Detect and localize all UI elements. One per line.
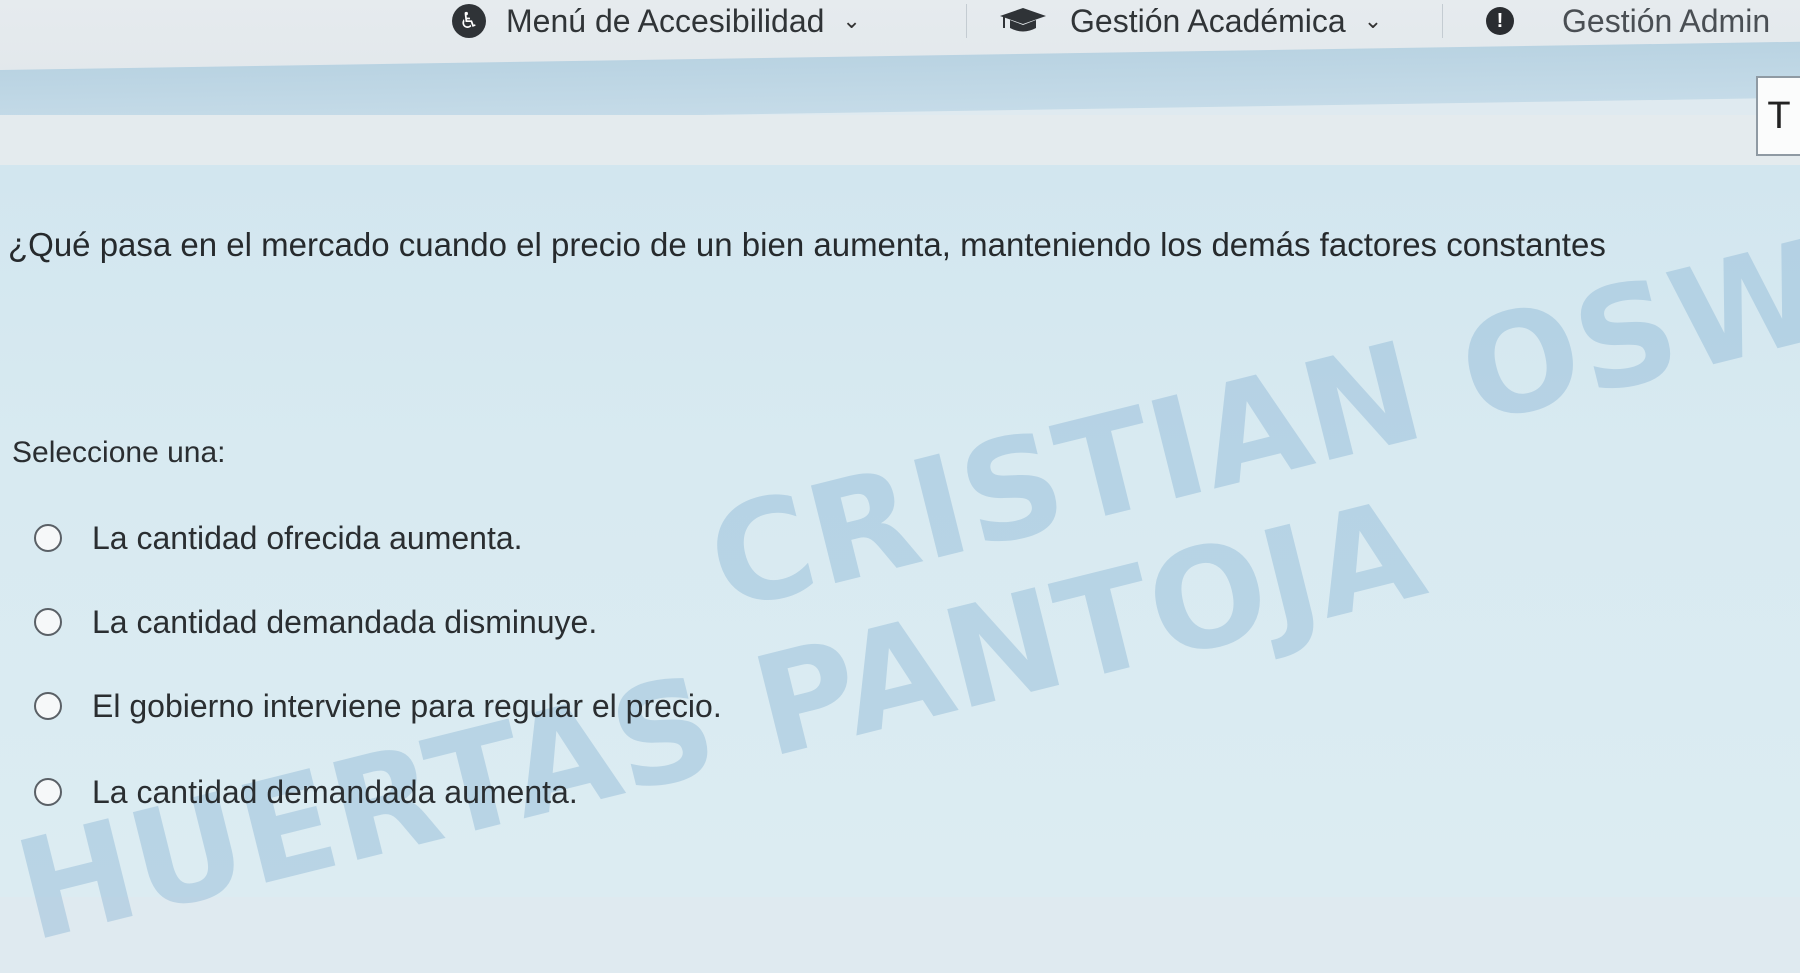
radio-button[interactable] <box>34 692 62 720</box>
answer-option-label: El gobierno interviene para regular el p… <box>92 687 722 724</box>
chevron-down-icon: ⌄ <box>1363 8 1383 33</box>
accessibility-icon: ♿ <box>452 4 486 38</box>
answer-option-label: La cantidad demandada disminuye. <box>92 603 598 640</box>
answer-option-label: La cantidad ofrecida aumenta. <box>92 519 523 556</box>
text-format-button[interactable]: T <box>1756 76 1800 156</box>
admin-management-menu-label: Gestión Admin <box>1562 2 1771 39</box>
academic-management-menu-label: Gestión Académica <box>1070 2 1346 39</box>
admin-management-menu[interactable]: ! Gestión Admin <box>1486 2 1770 40</box>
chevron-down-icon: ⌄ <box>842 8 861 33</box>
question-text: ¿Qué pasa en el mercado cuando el precio… <box>8 226 1606 263</box>
answer-option-label: La cantidad demandada aumenta. <box>92 773 578 810</box>
answer-option[interactable]: La cantidad demandada aumenta. <box>34 770 578 814</box>
answer-option[interactable]: El gobierno interviene para regular el p… <box>34 684 722 728</box>
accessibility-menu[interactable]: ♿ Menú de Accesibilidad ⌄ <box>452 2 861 40</box>
radio-button[interactable] <box>34 778 62 806</box>
select-one-prompt: Seleccione una: <box>12 436 226 469</box>
info-icon: ! <box>1486 7 1514 35</box>
menu-separator <box>1442 4 1443 38</box>
radio-button[interactable] <box>34 608 62 636</box>
radio-button[interactable] <box>34 524 62 552</box>
accessibility-menu-label: Menú de Accesibilidad <box>506 2 825 39</box>
graduation-cap-icon <box>1000 8 1046 34</box>
menu-separator <box>966 4 967 38</box>
academic-management-menu[interactable]: Gestión Académica ⌄ <box>1000 2 1382 40</box>
answer-option[interactable]: La cantidad demandada disminuye. <box>34 600 597 644</box>
answer-option[interactable]: La cantidad ofrecida aumenta. <box>34 516 523 560</box>
